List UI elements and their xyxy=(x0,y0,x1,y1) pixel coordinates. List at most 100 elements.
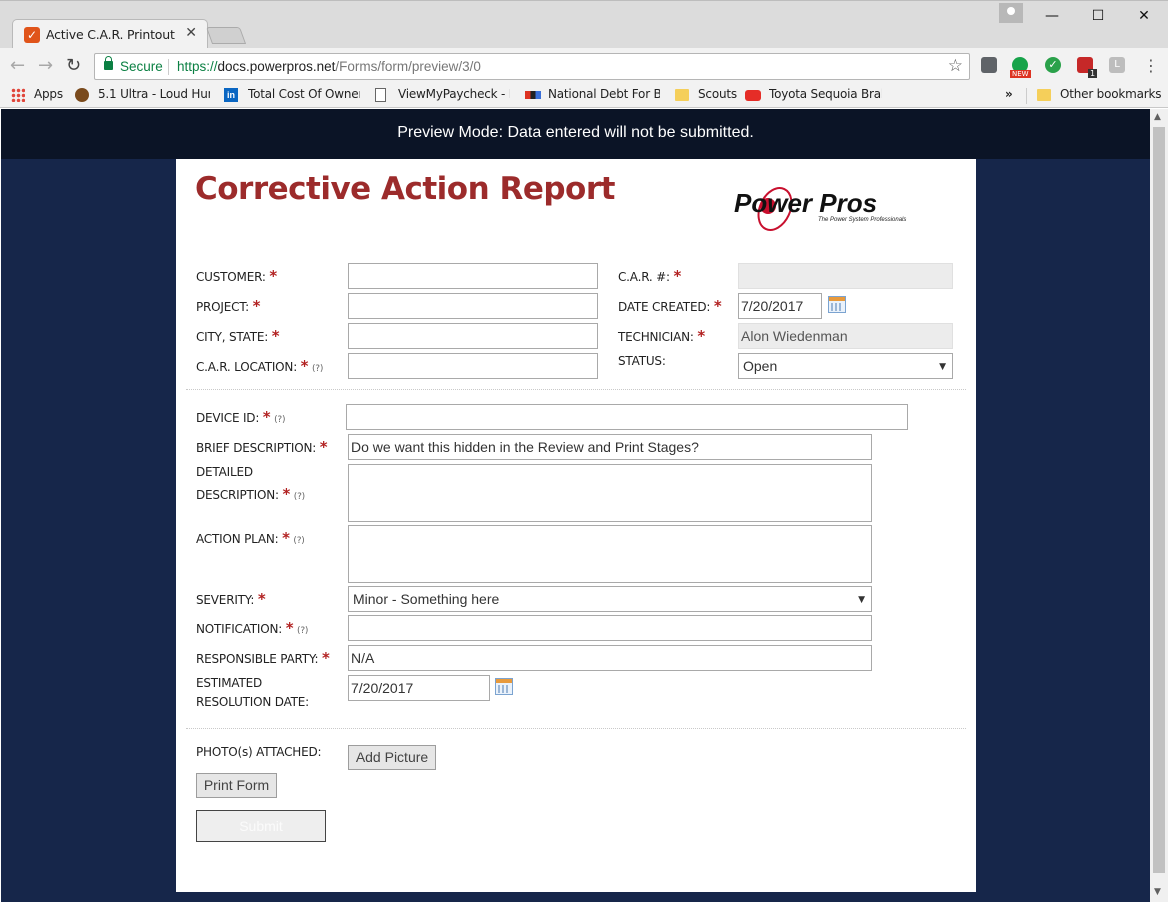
power-pros-logo: Power Pros The Power System Professional… xyxy=(734,187,906,231)
help-icon[interactable]: (?) xyxy=(294,492,305,502)
url-path: /Forms/form/preview/3/0 xyxy=(335,59,481,74)
bookmark-toyota-sequoia[interactable]: Toyota Sequoia Brake xyxy=(769,87,882,101)
status-select[interactable]: Open ▼ xyxy=(738,353,953,379)
logo-wordmark: Power Pros xyxy=(734,188,877,218)
forward-arrow-icon[interactable]: → xyxy=(38,55,53,76)
notification-input[interactable] xyxy=(348,615,872,641)
submit-button[interactable]: Submit xyxy=(196,810,326,842)
city-state-label-text: CITY, STATE: xyxy=(196,330,269,344)
date-created-label-text: DATE CREATED: xyxy=(618,300,711,314)
required-asterisk: * xyxy=(673,267,682,285)
project-input[interactable] xyxy=(348,293,598,319)
tab-close-icon[interactable]: ✕ xyxy=(185,25,197,41)
preview-mode-banner: Preview Mode: Data entered will not be s… xyxy=(1,109,1150,159)
customer-label-text: CUSTOMER: xyxy=(196,270,266,284)
scrollbar-thumb[interactable] xyxy=(1153,127,1165,873)
city-state-label: CITY, STATE: * xyxy=(196,324,280,348)
address-bar[interactable]: Secure https://docs.powerpros.net/Forms/… xyxy=(94,53,970,80)
add-picture-button[interactable]: Add Picture xyxy=(348,745,436,770)
estimated-label-line2: RESOLUTION DATE: xyxy=(196,695,310,710)
notification-label-text: NOTIFICATION: xyxy=(196,622,283,636)
new-tab-button[interactable] xyxy=(205,27,247,44)
dropdown-arrow-icon: ▼ xyxy=(939,362,946,372)
bookmark-national-debt[interactable]: National Debt For Be xyxy=(548,87,660,101)
section-divider xyxy=(186,728,966,729)
scroll-down-arrow-icon[interactable]: ▼ xyxy=(1154,887,1161,897)
device-id-label-text: DEVICE ID: xyxy=(196,411,260,425)
extension-check-icon[interactable]: ✓ xyxy=(1045,57,1061,73)
extension-shield-icon[interactable] xyxy=(981,57,997,73)
maximize-icon[interactable]: ☐ xyxy=(1075,4,1121,28)
media-icon xyxy=(75,88,89,102)
reload-icon[interactable]: ↻ xyxy=(66,55,81,76)
extension-count-badge: 1 xyxy=(1088,69,1098,78)
help-icon[interactable]: (?) xyxy=(297,626,308,636)
browser-titlebar: ✓ Active C.A.R. Printout ✕ — ☐ ✕ xyxy=(0,0,1168,49)
calendar-icon[interactable] xyxy=(495,678,513,695)
estimated-label-line1: ESTIMATED xyxy=(196,676,263,690)
minimize-icon[interactable]: — xyxy=(1029,4,1075,28)
estimated-resolution-date-input[interactable]: 7/20/2017 xyxy=(348,675,490,701)
project-label-text: PROJECT: xyxy=(196,300,249,314)
scroll-up-arrow-icon[interactable]: ▲ xyxy=(1154,112,1161,122)
action-plan-textarea[interactable] xyxy=(348,525,872,583)
estimated-resolution-label: ESTIMATED RESOLUTION DATE: xyxy=(196,674,309,712)
detailed-label-line2: DESCRIPTION: * (?) xyxy=(196,482,305,506)
dropdown-arrow-icon: ▼ xyxy=(858,595,865,605)
car-number-label: C.A.R. #: * xyxy=(618,264,681,288)
url-protocol: https:// xyxy=(177,59,218,74)
city-state-input[interactable] xyxy=(348,323,598,349)
bookmark-apps[interactable]: Apps xyxy=(34,87,63,101)
omnibox-separator xyxy=(168,59,169,75)
status-select-value: Open xyxy=(743,358,778,374)
customer-input[interactable] xyxy=(348,263,598,289)
calendar-icon[interactable] xyxy=(828,296,846,313)
url-host: docs.powerpros.net xyxy=(217,59,336,74)
browser-menu-icon[interactable]: ⋮ xyxy=(1143,56,1159,75)
url-text: https://docs.powerpros.net/Forms/form/pr… xyxy=(177,59,481,74)
back-arrow-icon[interactable]: ← xyxy=(10,55,25,76)
bookmarks-overflow-chevron-icon[interactable]: » xyxy=(1005,87,1013,101)
bookmark-total-cost[interactable]: Total Cost Of Owners xyxy=(248,87,360,101)
youtube-icon xyxy=(745,90,761,101)
car-location-input[interactable] xyxy=(348,353,598,379)
page-viewport: Preview Mode: Data entered will not be s… xyxy=(1,109,1150,902)
responsible-party-input[interactable]: N/A xyxy=(348,645,872,671)
print-form-button[interactable]: Print Form xyxy=(196,773,277,798)
bookmark-scouts[interactable]: Scouts xyxy=(698,87,737,101)
severity-select-value: Minor - Something here xyxy=(353,591,500,607)
bookmark-viewmypaycheck[interactable]: ViewMyPaycheck - Pa xyxy=(398,87,510,101)
action-plan-label-text: ACTION PLAN: xyxy=(196,532,279,546)
brief-description-label: BRIEF DESCRIPTION: * xyxy=(196,435,328,459)
required-asterisk: * xyxy=(282,529,290,547)
brief-description-input[interactable]: Do we want this hidden in the Review and… xyxy=(348,434,872,460)
severity-select[interactable]: Minor - Something here ▼ xyxy=(348,586,872,612)
page-icon xyxy=(375,88,386,102)
help-icon[interactable]: (?) xyxy=(293,536,304,546)
status-label: STATUS: xyxy=(618,354,666,368)
close-window-icon[interactable]: ✕ xyxy=(1121,4,1167,28)
responsible-party-label-text: RESPONSIBLE PARTY: xyxy=(196,652,319,666)
detailed-label-text: DESCRIPTION: xyxy=(196,488,279,503)
profile-icon[interactable] xyxy=(999,3,1023,23)
bookmark-star-icon[interactable]: ☆ xyxy=(948,56,963,76)
device-id-input[interactable] xyxy=(346,404,908,430)
logo-tagline: The Power System Professionals xyxy=(818,217,906,223)
required-asterisk: * xyxy=(321,649,330,667)
extension-letter-icon[interactable]: L xyxy=(1109,57,1125,73)
browser-tab-active[interactable]: ✓ Active C.A.R. Printout ✕ xyxy=(12,19,208,49)
vertical-scrollbar[interactable]: ▲ ▼ xyxy=(1150,109,1168,902)
car-location-label: C.A.R. LOCATION: * (?) xyxy=(196,354,323,378)
browser-toolbar: ← → ↻ Secure https://docs.powerpros.net/… xyxy=(0,48,1168,84)
required-asterisk: * xyxy=(262,408,271,426)
page-title: Corrective Action Report xyxy=(195,171,615,207)
bookmark-ultra-loud-hum[interactable]: 5.1 Ultra - Loud Hum xyxy=(98,87,210,101)
help-icon[interactable]: (?) xyxy=(312,364,323,374)
other-bookmarks[interactable]: Other bookmarks xyxy=(1060,87,1161,101)
section-divider xyxy=(186,389,966,390)
date-created-input[interactable]: 7/20/2017 xyxy=(738,293,822,319)
help-icon[interactable]: (?) xyxy=(274,415,285,425)
detailed-description-textarea[interactable] xyxy=(348,464,872,522)
required-asterisk: * xyxy=(252,297,261,315)
required-asterisk: * xyxy=(697,327,706,345)
